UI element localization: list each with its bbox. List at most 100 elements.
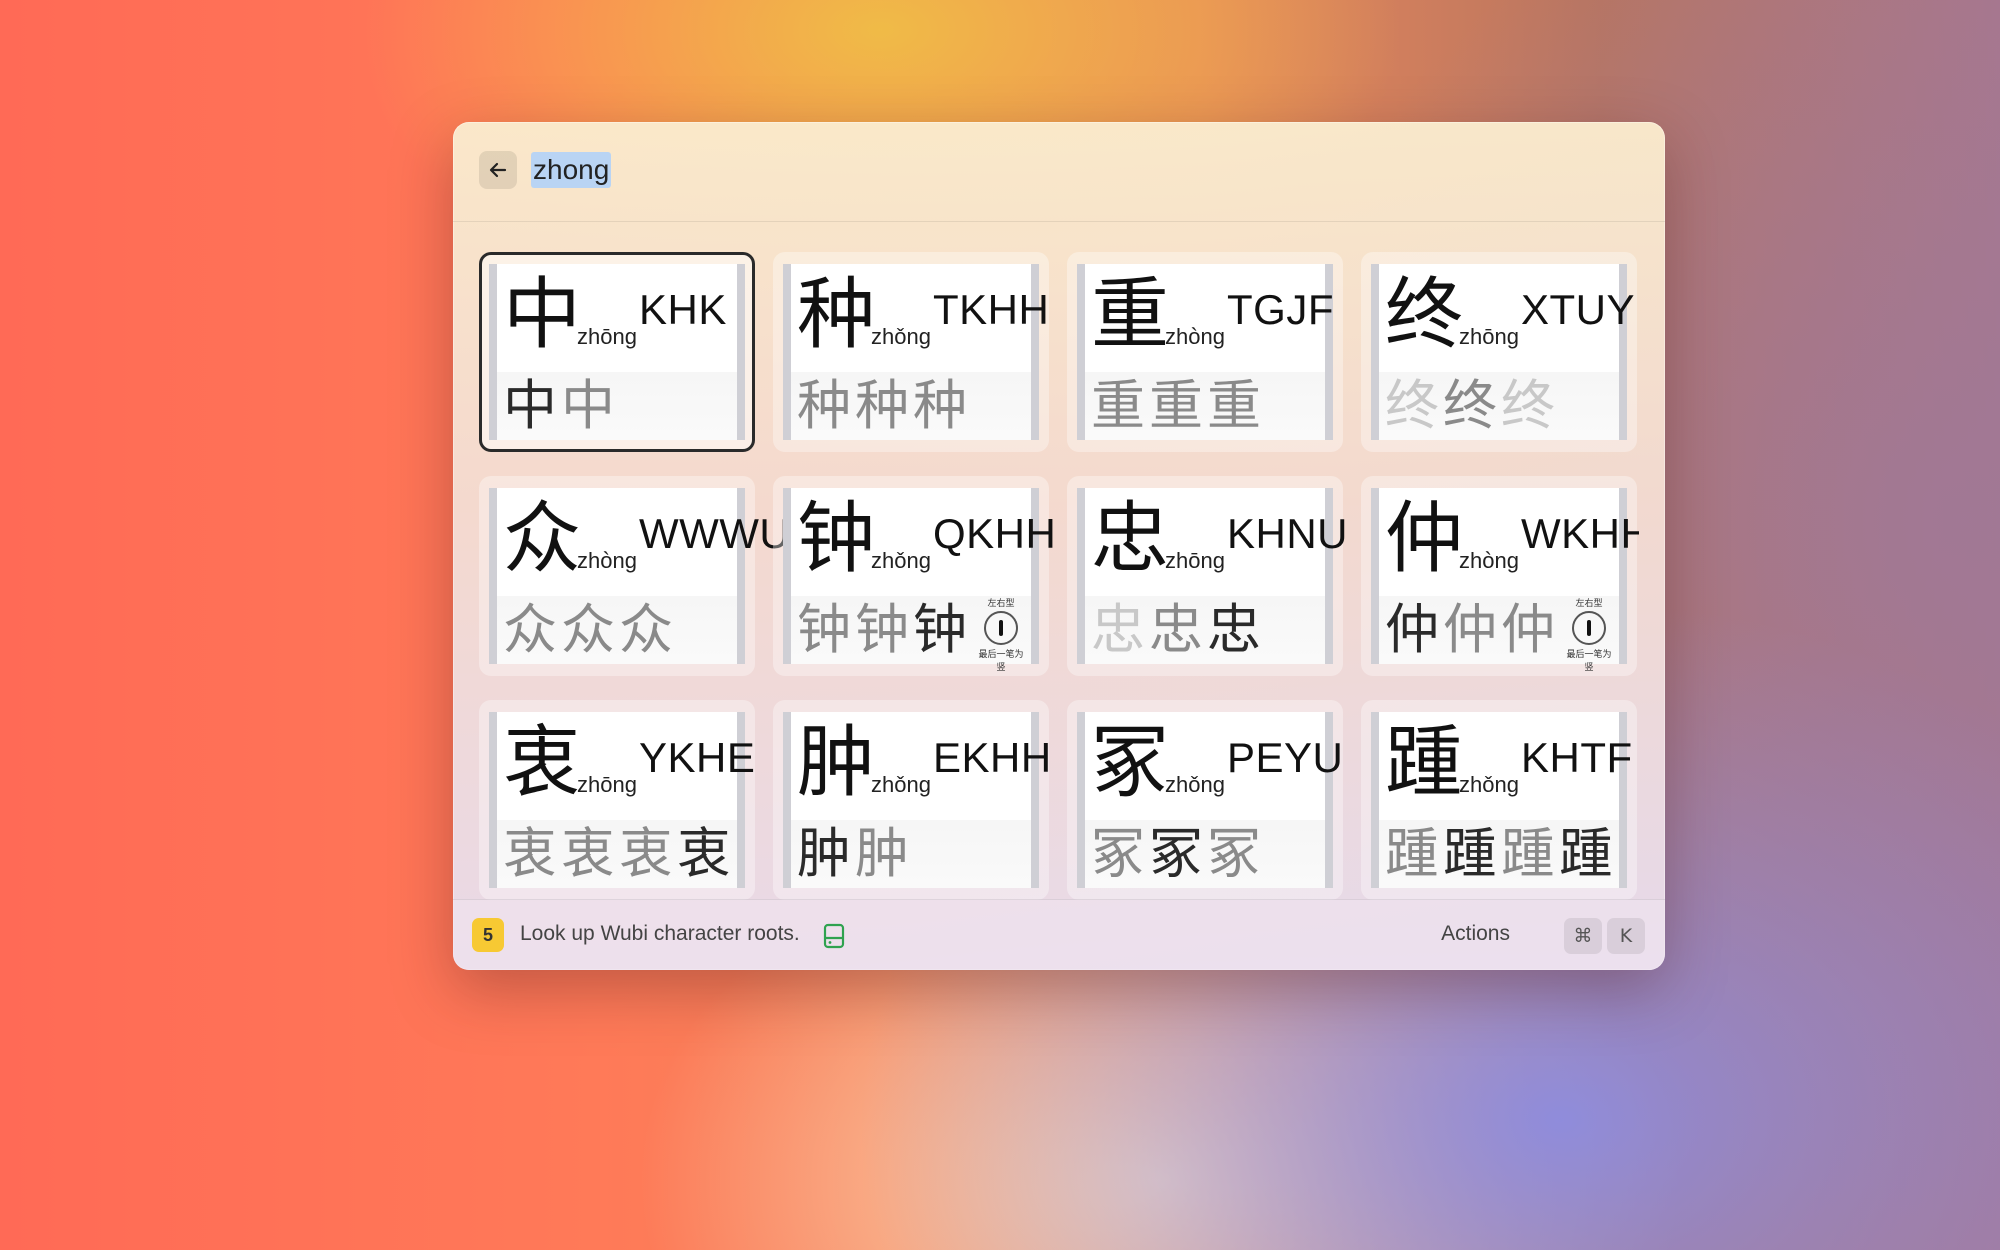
stroke-step: 仲 xyxy=(1443,598,1501,661)
stroke-step: 仲 xyxy=(1501,598,1559,661)
result-card[interactable]: 中 zhōng KHK 中中 xyxy=(479,252,755,452)
stroke-step: 终 xyxy=(1385,374,1443,437)
character-image: 种 zhǒng TKHH 种种种 xyxy=(783,264,1049,440)
character-image: 终 zhōng XTUY 终终终 xyxy=(1371,264,1635,440)
result-card[interactable]: 冢 zhǒng PEYU 冢冢冢 xyxy=(1067,700,1343,900)
stroke-step: 中 xyxy=(503,374,561,437)
wubi-code: WKHH xyxy=(1521,510,1639,557)
character-glyph: 仲 xyxy=(1385,494,1464,584)
stroke-order-strip: 众众众 xyxy=(497,596,737,664)
wubi-code: EKHH xyxy=(933,734,1052,781)
stroke-order-strip: 终终终 xyxy=(1379,372,1619,440)
extension-icon: 5 xyxy=(472,918,504,952)
character-glyph: 肿 xyxy=(797,718,876,808)
search-input[interactable]: zhong xyxy=(531,152,612,188)
stroke-step: 肿 xyxy=(855,822,913,885)
result-card[interactable]: 终 zhōng XTUY 终终终 xyxy=(1361,252,1637,452)
result-card[interactable]: 钟 zhǒng QKHH 钟钟钟 左右型 最后一笔为竖 xyxy=(773,476,1056,676)
character-glyph: 冢 xyxy=(1091,718,1170,808)
character-glyph: 踵 xyxy=(1385,718,1464,808)
character-image: 中 zhōng KHK 中中 xyxy=(489,264,745,440)
stroke-step: 踵 xyxy=(1385,822,1443,885)
pinyin-label: zhòng xyxy=(577,548,637,573)
character-glyph: 重 xyxy=(1091,270,1170,360)
stroke-step: 中 xyxy=(561,374,619,437)
character-glyph: 衷 xyxy=(503,718,582,808)
stroke-step: 肿 xyxy=(797,822,855,885)
character-glyph: 种 xyxy=(797,270,876,360)
character-image: 冢 zhǒng PEYU 冢冢冢 xyxy=(1077,712,1343,888)
pinyin-label: zhōng xyxy=(1459,324,1519,349)
stroke-step: 冢 xyxy=(1091,822,1149,885)
status-text: Look up Wubi character roots. xyxy=(520,922,800,945)
back-button[interactable] xyxy=(479,151,517,189)
vertical-stroke-icon xyxy=(1572,611,1606,645)
character-glyph: 钟 xyxy=(797,494,876,584)
stroke-order-strip: 中中 xyxy=(497,372,737,440)
result-card[interactable]: 肿 zhǒng EKHH 肿肿 xyxy=(773,700,1051,900)
k-key: K xyxy=(1607,918,1645,954)
result-card[interactable]: 种 zhǒng TKHH 种种种 xyxy=(773,252,1049,452)
pinyin-label: zhǒng xyxy=(1459,772,1519,797)
stroke-step: 终 xyxy=(1501,374,1559,437)
result-card[interactable]: 重 zhòng TGJF 重重重 xyxy=(1067,252,1343,452)
wubi-code: XTUY xyxy=(1521,286,1636,333)
stroke-step: 重 xyxy=(1207,374,1265,437)
character-glyph: 忠 xyxy=(1091,494,1170,584)
vertical-stroke-icon xyxy=(984,611,1018,645)
pinyin-label: zhòng xyxy=(1459,548,1519,573)
stroke-step: 踵 xyxy=(1559,822,1617,885)
rule-badge-top-label: 左右型 xyxy=(987,599,1015,609)
pinyin-label: zhōng xyxy=(1165,548,1225,573)
character-glyph: 众 xyxy=(503,494,582,584)
character-image: 肿 zhǒng EKHH 肿肿 xyxy=(783,712,1051,888)
wubi-code: TGJF xyxy=(1227,286,1334,333)
character-image: 踵 zhǒng KHTF 踵踵踵踵 xyxy=(1371,712,1632,888)
stroke-step: 仲 xyxy=(1385,598,1443,661)
stroke-order-strip: 肿肿 xyxy=(791,820,1031,888)
result-card[interactable]: 踵 zhǒng KHTF 踵踵踵踵 xyxy=(1361,700,1637,900)
results-grid: 中 zhōng KHK 中中种 zhǒng TKHH 种种种重 zhòng TGJF 重重重终 zh… xyxy=(479,252,1639,970)
pinyin-label: zhòng xyxy=(1165,324,1225,349)
actions-button[interactable]: Actions xyxy=(1441,922,1510,946)
character-image: 衷 zhōng YKHE 衷衷衷衷 xyxy=(489,712,755,888)
stroke-step: 衷 xyxy=(677,822,735,885)
stroke-order-strip: 忠忠忠 xyxy=(1085,596,1325,664)
stroke-step: 种 xyxy=(913,374,971,437)
launcher-window: zhong 中 zhōng KHK 中中种 zhǒng TKHH 种种种重 zhòng TGJF… xyxy=(453,122,1665,970)
stroke-rule-badge: 左右型 最后一笔为竖 xyxy=(975,596,1027,673)
character-image: 忠 zhōng KHNU 忠忠忠 xyxy=(1077,488,1348,664)
wubi-code: KHK xyxy=(639,286,727,333)
wubi-code: PEYU xyxy=(1227,734,1344,781)
stroke-step: 钟 xyxy=(855,598,913,661)
stroke-step: 重 xyxy=(1149,374,1207,437)
result-card[interactable]: 忠 zhōng KHNU 忠忠忠 xyxy=(1067,476,1348,676)
pinyin-label: zhōng xyxy=(577,772,637,797)
stroke-step: 众 xyxy=(561,598,619,661)
character-image: 重 zhòng TGJF 重重重 xyxy=(1077,264,1333,440)
wubi-code: WWWU xyxy=(639,510,791,557)
stroke-order-strip: 冢冢冢 xyxy=(1085,820,1325,888)
stroke-step: 冢 xyxy=(1207,822,1265,885)
stroke-step: 冢 xyxy=(1149,822,1207,885)
stroke-step: 踵 xyxy=(1443,822,1501,885)
pinyin-label: zhōng xyxy=(577,324,637,349)
result-card[interactable]: 仲 zhòng WKHH 仲仲仲 左右型 最后一笔为竖 xyxy=(1361,476,1639,676)
result-card[interactable]: 衷 zhōng YKHE 衷衷衷衷 xyxy=(479,700,755,900)
stroke-step: 众 xyxy=(619,598,677,661)
stroke-step: 重 xyxy=(1091,374,1149,437)
wubi-code: KHTF xyxy=(1521,734,1633,781)
pinyin-label: zhǒng xyxy=(871,548,931,573)
rule-badge-bottom-label: 最后一笔为竖 xyxy=(1566,650,1612,673)
stroke-step: 踵 xyxy=(1501,822,1559,885)
footer-bar: 5 Look up Wubi character roots. Actions … xyxy=(453,899,1665,970)
stroke-order-strip: 衷衷衷衷 xyxy=(497,820,737,888)
wubi-code: KHNU xyxy=(1227,510,1349,557)
stroke-step: 种 xyxy=(797,374,855,437)
stroke-step: 衷 xyxy=(503,822,561,885)
result-card[interactable]: 众 zhòng WWWU 众众众 xyxy=(479,476,790,676)
stroke-step: 种 xyxy=(855,374,913,437)
rule-badge-top-label: 左右型 xyxy=(1575,599,1603,609)
arrow-left-icon xyxy=(489,162,507,178)
character-image: 钟 zhǒng QKHH 钟钟钟 左右型 最后一笔为竖 xyxy=(783,488,1056,673)
